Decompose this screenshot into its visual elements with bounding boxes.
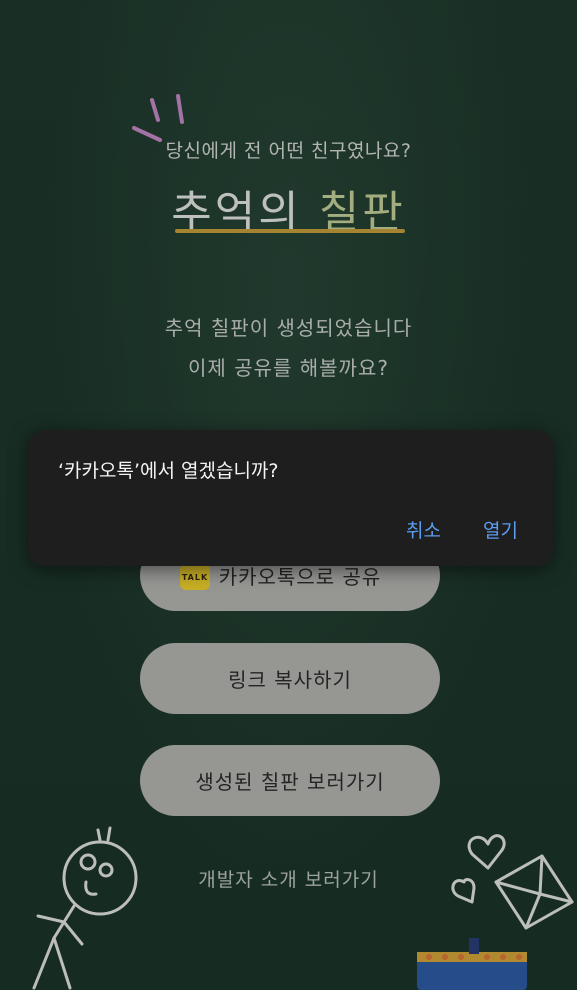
cancel-button[interactable]: 취소 xyxy=(406,516,441,543)
dialog-message: ‘카카오톡’에서 열겠습니까? xyxy=(58,460,279,482)
open-button[interactable]: 열기 xyxy=(483,516,518,543)
open-app-dialog: ‘카카오톡’에서 열겠습니까? 취소 열기 xyxy=(28,430,553,566)
